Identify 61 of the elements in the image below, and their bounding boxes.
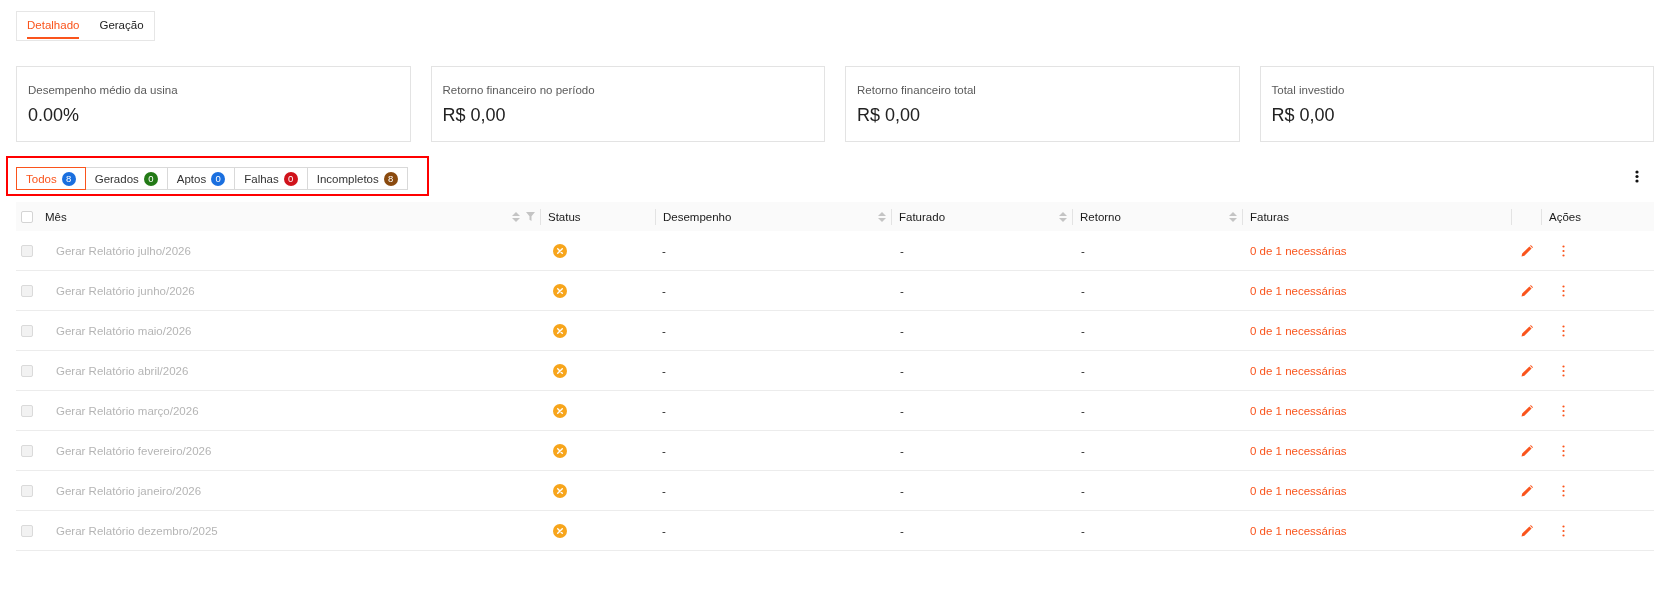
table-cell: - [662,524,666,537]
pencil-icon[interactable] [1521,284,1533,297]
pencil-icon[interactable] [1521,404,1533,417]
checkbox[interactable] [21,210,33,223]
card-label: Total investido [1271,83,1345,98]
pencil-icon[interactable] [1521,524,1533,537]
table-cell: - [662,444,666,457]
filter-tab[interactable]: Todos 8 [16,167,86,190]
column-header: Retorno [1080,210,1121,223]
table-cell: - [900,484,904,497]
table-cell: - [662,364,666,377]
column-header: Mês [45,210,67,223]
column-header: Status [548,210,581,223]
count-badge: 8 [61,171,76,186]
card-label: Desempenho médio da usina [28,83,178,98]
card-value: R$ 0,00 [1271,104,1335,127]
table-cell: - [900,444,904,457]
pencil-icon[interactable] [1521,364,1533,377]
table-cell: - [1081,484,1085,497]
table-cell: - [662,324,666,337]
filter-tab[interactable]: Falhas 0 [234,167,308,190]
table-cell: - [1081,524,1085,537]
card-value: R$ 0,00 [442,104,506,127]
more-icon[interactable] [1635,169,1639,183]
column-header: Desempenho [663,210,732,223]
view-tab[interactable]: Geração [99,12,144,39]
count-badge: 8 [383,171,398,186]
card-label: Retorno financeiro total [857,83,976,98]
table-cell: - [900,284,904,297]
table-cell: - [900,364,904,377]
table-cell: - [900,324,904,337]
table-cell: - [1081,324,1085,337]
table-cell: - [1081,284,1085,297]
filter-tab[interactable]: Incompletos 8 [306,167,408,190]
table-cell: - [1081,244,1085,257]
pencil-icon[interactable] [1521,324,1533,337]
count-badge: 0 [283,171,298,186]
table-cell: - [662,404,666,417]
pencil-icon[interactable] [1521,444,1533,457]
column-header: Faturas [1250,210,1289,223]
card-value: R$ 0,00 [857,104,921,127]
count-badge: 0 [143,171,158,186]
filter-tab[interactable]: Aptos 0 [166,167,236,190]
pencil-icon[interactable] [1521,244,1533,257]
card-value: 0.00% [28,104,80,127]
filter-tab[interactable]: Gerados 0 [84,167,168,190]
table-cell: - [900,404,904,417]
table-cell: - [1081,404,1085,417]
pencil-icon[interactable] [1521,484,1533,497]
table-cell: - [662,484,666,497]
view-tab[interactable]: Detalhado [27,12,80,39]
table-cell: - [1081,444,1085,457]
table-cell: - [1081,364,1085,377]
table-cell: - [662,284,666,297]
table-cell: - [900,524,904,537]
table-cell: - [662,244,666,257]
table-cell: - [900,244,904,257]
column-header: Faturado [899,210,946,223]
column-header: Ações [1549,210,1581,223]
count-badge: 0 [211,171,226,186]
card-label: Retorno financeiro no período [442,83,595,98]
